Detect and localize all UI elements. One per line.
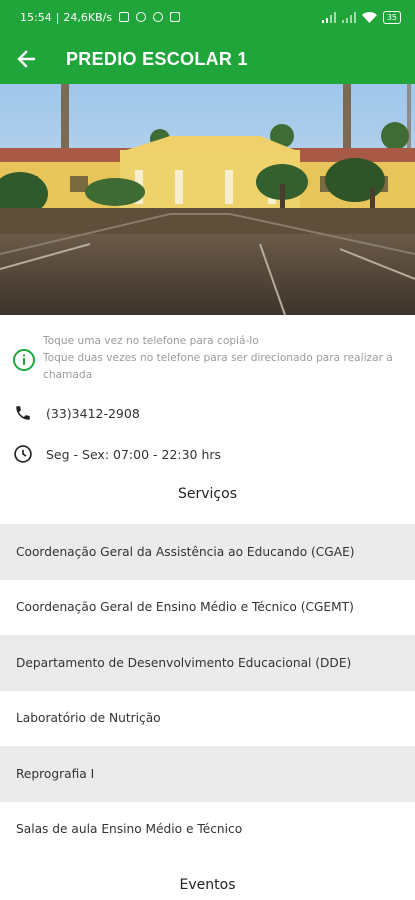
service-item[interactable]: Coordenação Geral de Ensino Médio e Técn… (0, 580, 415, 636)
service-item[interactable]: Coordenação Geral da Assistência ao Educ… (0, 524, 415, 580)
info-hint: Toque uma vez no telefone para copiá-lo … (0, 333, 415, 384)
services-list: Coordenação Geral da Assistência ao Educ… (0, 524, 415, 857)
hint-call-text: Toque duas vezes no telefone para ser di… (43, 352, 393, 381)
chat-bubble-icon (136, 12, 147, 22)
building-photo (0, 84, 415, 315)
status-right: 35 (321, 10, 401, 24)
arrow-left-icon (17, 50, 35, 68)
battery-indicator: 35 (382, 10, 401, 24)
service-item-label: Salas de aula Ensino Médio e Técnico (16, 822, 243, 837)
building-photo-illustration (0, 84, 415, 315)
service-item-label: Reprografia I (16, 766, 95, 781)
status-network-speed: 24,6KB/s (63, 10, 113, 24)
message-icon (170, 12, 181, 22)
service-item-label: Laboratório de Nutrição (16, 711, 161, 726)
hint-copy-text: Toque uma vez no telefone para copiá-lo (43, 335, 259, 347)
service-item[interactable]: Departamento de Desenvolvimento Educacio… (0, 635, 415, 691)
phone-number[interactable]: (33)3412-2908 (46, 406, 140, 421)
page-title: PREDIO ESCOLAR 1 (66, 48, 248, 69)
service-item[interactable]: Salas de aula Ensino Médio e Técnico (0, 802, 415, 858)
service-item-label: Coordenação Geral da Assistência ao Educ… (16, 544, 355, 559)
info-icon (13, 349, 35, 371)
service-item-label: Departamento de Desenvolvimento Educacio… (16, 655, 352, 670)
notification-icon (119, 12, 130, 22)
back-button[interactable] (0, 34, 52, 84)
signal-icon-secondary (341, 11, 356, 23)
app-bar: PREDIO ESCOLAR 1 (0, 34, 415, 84)
whatsapp-icon (153, 12, 164, 22)
phone-row[interactable]: (33)3412-2908 (12, 402, 140, 424)
status-time: 15:54 (20, 10, 52, 24)
phone-icon (16, 406, 30, 420)
opening-hours: Seg - Sex: 07:00 - 22:30 hrs (46, 446, 222, 462)
service-item[interactable]: Laboratório de Nutrição (0, 691, 415, 747)
clock-icon (14, 445, 32, 463)
signal-icon (321, 11, 336, 23)
services-heading: Serviços (178, 486, 237, 502)
wifi-icon (361, 11, 377, 23)
status-bar: 15:54 | 24,6KB/s 35 (0, 0, 415, 34)
service-item[interactable]: Reprografia I (0, 746, 415, 802)
events-heading: Eventos (179, 877, 236, 893)
status-left: 15:54 | 24,6KB/s (20, 10, 181, 24)
service-item-label: Coordenação Geral de Ensino Médio e Técn… (16, 600, 354, 615)
hours-row: Seg - Sex: 07:00 - 22:30 hrs (12, 443, 221, 465)
